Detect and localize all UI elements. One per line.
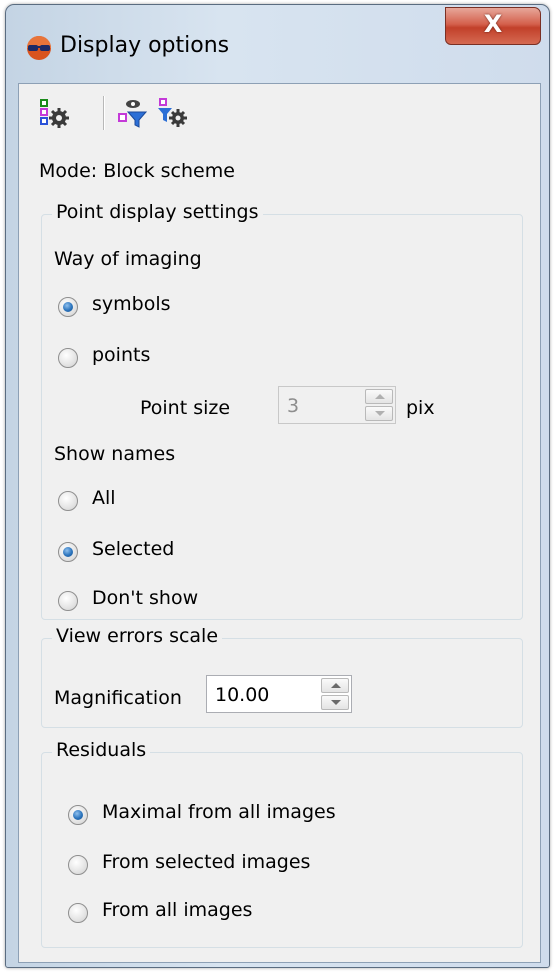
residuals-selected-radio[interactable] [68, 855, 88, 875]
names-all-radio[interactable] [58, 491, 78, 511]
title-bar[interactable]: Display options X [6, 5, 549, 85]
point-size-stepper[interactable]: 3 [278, 386, 396, 424]
point-size-down-icon[interactable] [365, 406, 393, 421]
view-errors-title: View errors scale [52, 625, 223, 647]
display-options-window: Display options X Mode: Block scheme Poi… [5, 4, 550, 968]
residuals-all-label[interactable]: From all images [102, 899, 252, 921]
residuals-title: Residuals [52, 739, 151, 761]
close-button[interactable]: X [445, 7, 541, 45]
point-size-value: 3 [287, 395, 300, 417]
names-selected-radio[interactable] [58, 542, 78, 562]
points-radio[interactable] [58, 348, 78, 368]
point-size-label: Point size [140, 397, 231, 419]
names-dont-show-radio[interactable] [58, 591, 78, 611]
client-area: Mode: Block scheme Point display setting… [18, 83, 541, 963]
names-selected-label[interactable]: Selected [92, 538, 174, 560]
point-size-unit: pix [406, 397, 435, 419]
points-label[interactable]: points [92, 344, 150, 366]
point-display-group: Point display settings Way of imaging sy… [41, 201, 523, 620]
app-glasses-icon [27, 36, 51, 60]
residuals-all-radio[interactable] [68, 903, 88, 923]
magnification-label: Magnification [54, 687, 182, 709]
settings-icon[interactable] [39, 98, 69, 128]
magnification-up-icon[interactable] [321, 678, 349, 693]
magnification-value: 10.00 [215, 684, 270, 706]
close-icon: X [483, 10, 503, 38]
residuals-selected-label[interactable]: From selected images [102, 851, 310, 873]
point-size-up-icon[interactable] [365, 389, 393, 404]
point-display-title: Point display settings [52, 201, 263, 223]
way-of-imaging-label: Way of imaging [54, 248, 202, 270]
magnification-stepper[interactable]: 10.00 [206, 675, 352, 713]
names-all-label[interactable]: All [92, 487, 116, 509]
residuals-group: Residuals Maximal from all images From s… [41, 739, 523, 948]
symbols-radio[interactable] [58, 297, 78, 317]
residuals-maximal-radio[interactable] [68, 805, 88, 825]
window-title: Display options [60, 33, 230, 58]
symbols-label[interactable]: symbols [92, 293, 171, 315]
toolbar-separator [103, 96, 105, 130]
view-errors-group: View errors scale Magnification 10.00 [41, 625, 523, 728]
residuals-maximal-label[interactable]: Maximal from all images [102, 801, 336, 823]
show-names-label: Show names [54, 443, 176, 465]
filter-view-icon[interactable] [117, 98, 147, 128]
magnification-down-icon[interactable] [321, 695, 349, 710]
names-dont-show-label[interactable]: Don't show [92, 587, 198, 609]
filter-settings-icon[interactable] [157, 98, 187, 128]
mode-label: Mode: Block scheme [39, 160, 235, 182]
